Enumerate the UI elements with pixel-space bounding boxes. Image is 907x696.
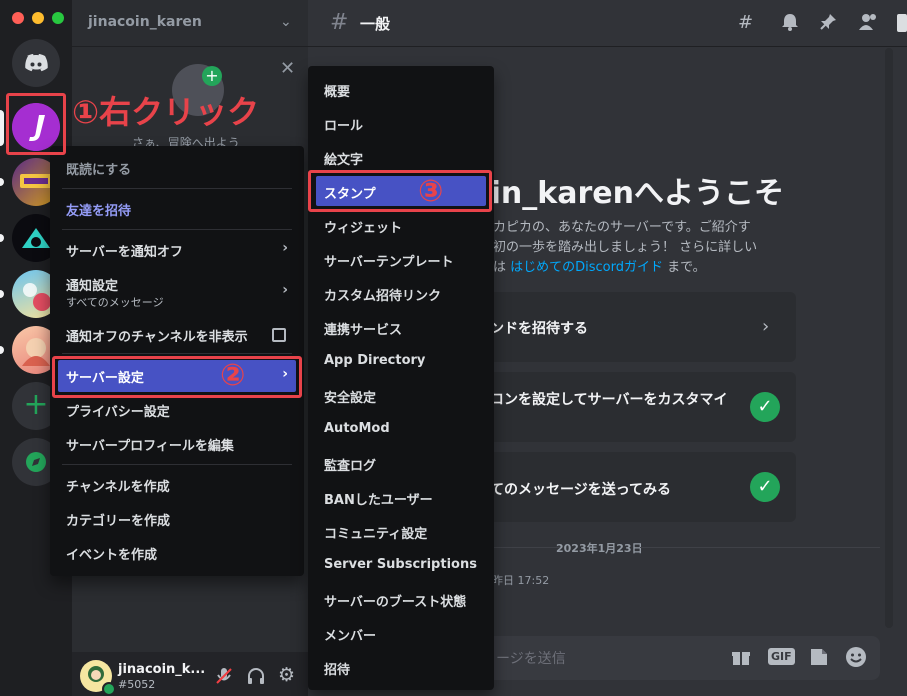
window-close-button[interactable] [12,12,24,24]
chevron-down-icon[interactable]: ⌄ [280,14,292,30]
gear-icon[interactable]: ⚙ [278,664,295,686]
menu-separator [62,188,292,189]
submenu-item[interactable]: カスタム招待リンク [316,285,486,304]
gift-icon[interactable] [731,647,751,671]
checkbox[interactable] [272,328,286,342]
welcome-line-2: 最初の一歩を踏み出しましょう！ さらに詳しい [480,240,758,255]
annotation-number-1: ① [72,93,100,131]
submenu-item[interactable]: サーバーのブースト状態 [316,591,486,610]
welcome-line-3: 報は はじめてのDiscordガイド まで。 [480,260,706,275]
window-zoom-button[interactable] [52,12,64,24]
check-icon: ✓ [750,472,780,502]
search-field-edge[interactable] [897,14,907,32]
menu-item-create-channel[interactable]: チャンネルを作成 [58,476,296,495]
check-icon: ✓ [750,392,780,422]
menu-item-notify-sub: すべてのメッセージ [66,296,164,309]
submenu-item[interactable]: 概要 [316,81,486,100]
menu-item-create-category[interactable]: カテゴリーを作成 [58,510,296,529]
submenu-item[interactable]: Server Subscriptions [316,557,486,572]
submenu-item[interactable]: BANしたユーザー [316,489,486,508]
annotation-box-server [6,93,66,155]
annotation-number-3: ③ [418,174,444,209]
welcome-title: oin_karenへようこそ [470,176,784,211]
guild-name: jinacoin_karen [88,14,202,30]
chevron-right-icon: › [762,316,770,337]
menu-item-notify[interactable]: 通知設定 [58,275,296,294]
submenu-item[interactable]: メンバー [316,625,486,644]
mute-mic-icon[interactable] [214,666,234,690]
menu-item-hide-muted[interactable]: 通知オフのチャンネルを非表示 [58,326,296,345]
submenu-item[interactable]: 監査ログ [316,455,486,474]
checklist-text: ンドを招待する [490,321,588,337]
date-divider: 2023年1月23日 [556,542,643,555]
message-timestamp: 昨日 17:52 [492,574,550,587]
emoji-icon[interactable] [845,646,867,672]
status-indicator [102,682,116,696]
message-input-placeholder: ージを送信 [496,651,566,667]
submenu-item[interactable]: サーバーテンプレート [316,251,486,270]
submenu-item[interactable]: 招待 [316,659,486,678]
submenu-item[interactable]: AutoMod [316,421,486,436]
menu-separator [62,464,292,465]
menu-item-privacy[interactable]: プライバシー設定 [58,401,296,420]
menu-item-edit-profile[interactable]: サーバープロフィールを編集 [58,435,296,454]
sticker-icon[interactable] [809,647,829,671]
submenu-item[interactable]: App Directory [316,353,486,368]
checklist-text: コンを設定してサーバーをカスタマイ [490,392,728,408]
menu-separator [62,229,292,230]
hash-icon: # [330,10,349,35]
annotation-box-settings [52,356,302,398]
submenu-item[interactable]: 絵文字 [316,149,486,168]
plus-icon: + [202,66,222,86]
submenu-item[interactable]: 連携サービス [316,319,486,338]
submenu-item[interactable]: コミュニティ設定 [316,523,486,542]
menu-item-mute[interactable]: サーバーを通知オフ [58,241,296,260]
server-settings-submenu: 概要 ロール 絵文字 スタンプ ウィジェット サーバーテンプレート カスタム招待リンク 連携サ… [308,66,494,690]
menu-separator [62,353,292,354]
menu-item-mark-read[interactable]: 既読にする [58,159,296,178]
menu-item-create-event[interactable]: イベントを作成 [58,544,296,563]
pin-icon[interactable] [818,12,838,36]
welcome-line-1: ピカピカの、あなたのサーバーです。ご紹介す [480,220,751,235]
submenu-item[interactable]: ウィジェット [316,217,486,236]
channel-title: 一般 [360,15,391,33]
submenu-item[interactable]: ロール [316,115,486,134]
window-minimize-button[interactable] [32,12,44,24]
annotation-number-2: ② [220,358,246,393]
threads-icon[interactable]: # [738,12,753,33]
chevron-right-icon: › [282,240,288,256]
headphones-icon[interactable] [246,666,266,690]
checklist-text: てのメッセージを送ってみる [490,482,672,498]
annotation-label: 右クリック [99,93,260,131]
bell-icon[interactable] [780,12,800,36]
close-icon[interactable]: ✕ [280,58,295,79]
menu-item-invite[interactable]: 友達を招待 [58,200,296,219]
submenu-item[interactable]: 安全設定 [316,387,486,406]
user-name: jinacoin_k... [118,662,206,677]
discord-home-icon[interactable] [12,39,60,87]
scrollbar[interactable] [885,48,893,628]
gif-icon[interactable]: GIF [768,648,795,665]
user-tag: #5052 [118,678,156,691]
selected-server-pill [0,110,4,146]
annotation-box-stamp [308,170,492,212]
divider-line [640,547,880,548]
guide-link[interactable]: はじめてのDiscordガイド [510,260,663,275]
member-list-icon[interactable] [858,12,880,36]
chevron-right-icon: › [282,282,288,298]
annotation-step-1: ①右クリック [72,92,259,132]
